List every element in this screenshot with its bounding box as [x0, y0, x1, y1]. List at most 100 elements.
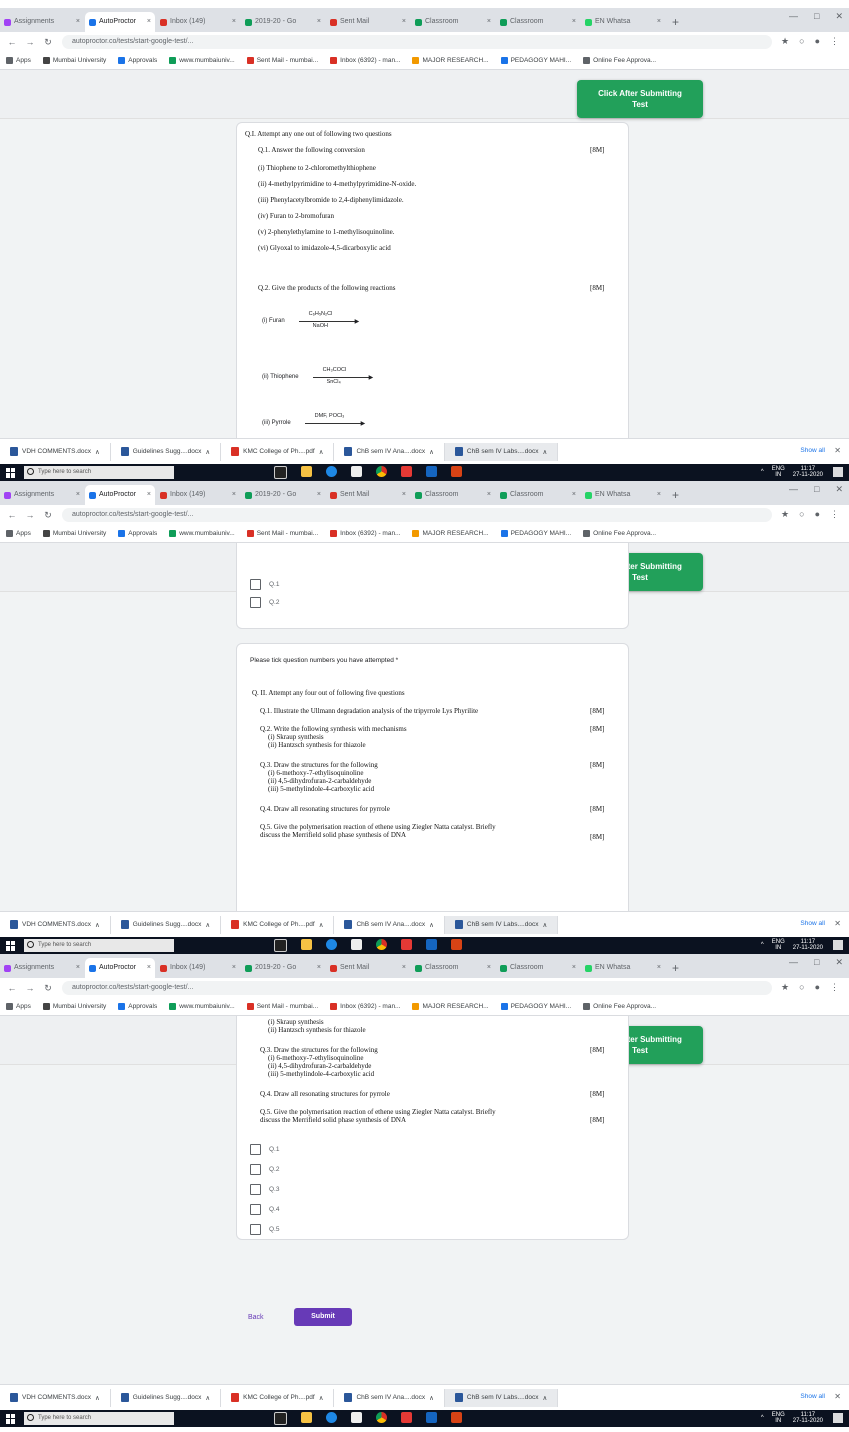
bookmark-item[interactable]: Online Fee Approva...: [583, 1003, 656, 1010]
url-field[interactable]: autoproctor.co/tests/start-google-test/.…: [62, 981, 772, 995]
windows-start-icon[interactable]: [6, 467, 16, 478]
tab-close-icon[interactable]: ×: [76, 958, 80, 978]
forward-arrow-icon[interactable]: →: [24, 510, 36, 520]
download-item[interactable]: Guidelines Sugg....docx ∧: [111, 442, 222, 461]
browser-tab[interactable]: AutoProctor ×: [85, 958, 155, 978]
bookmark-item[interactable]: Mumbai University: [42, 530, 106, 537]
bookmark-item[interactable]: www.mumbaiuniv...: [169, 530, 235, 537]
bookmark-item[interactable]: Apps: [6, 1003, 31, 1010]
downloads-close-icon[interactable]: ✕: [834, 1392, 841, 1401]
submit-button[interactable]: Submit: [294, 1308, 352, 1326]
new-tab-button[interactable]: +: [666, 485, 685, 505]
browser-tab[interactable]: Classroom ×: [411, 12, 495, 32]
extension-icon[interactable]: ○: [799, 36, 804, 47]
task-view-icon[interactable]: [274, 939, 287, 952]
bookmark-item[interactable]: Inbox (6392) - man...: [330, 57, 400, 64]
chevron-up-icon[interactable]: ∧: [205, 921, 210, 929]
bookmark-item[interactable]: Online Fee Approva...: [583, 530, 656, 537]
browser-tab[interactable]: Classroom ×: [496, 485, 580, 505]
tab-close-icon[interactable]: ×: [657, 958, 661, 978]
browser-tab[interactable]: AutoProctor ×: [85, 12, 155, 32]
outlook-icon[interactable]: [426, 466, 437, 477]
star-icon[interactable]: ★: [781, 509, 789, 520]
acrobat-icon[interactable]: [401, 939, 412, 950]
tray-up-icon[interactable]: ^: [761, 942, 764, 948]
menu-dots-icon[interactable]: ⋮: [830, 982, 839, 993]
powerpoint-icon[interactable]: [451, 939, 462, 950]
profile-avatar-icon[interactable]: ●: [815, 509, 820, 520]
chrome-icon[interactable]: [376, 1412, 387, 1423]
tab-close-icon[interactable]: ×: [232, 958, 236, 978]
browser-tab[interactable]: Classroom ×: [496, 12, 580, 32]
browser-tab[interactable]: Classroom ×: [496, 958, 580, 978]
maximize-icon[interactable]: □: [814, 957, 819, 968]
bookmark-item[interactable]: MAJOR RESEARCH...: [412, 1003, 489, 1010]
reload-icon[interactable]: ↻: [42, 510, 54, 521]
browser-tab[interactable]: AutoProctor ×: [85, 485, 155, 505]
extension-icon[interactable]: ○: [799, 982, 804, 993]
bookmark-item[interactable]: Approvals: [118, 57, 157, 64]
browser-tab[interactable]: Assignments ×: [0, 485, 84, 505]
tray-up-icon[interactable]: ^: [761, 469, 764, 475]
taskbar-search-field[interactable]: Type here to search: [24, 466, 174, 479]
checkbox-box[interactable]: [250, 579, 261, 590]
chevron-up-icon[interactable]: ∧: [429, 1394, 434, 1402]
tab-close-icon[interactable]: ×: [487, 485, 491, 505]
bookmark-item[interactable]: Approvals: [118, 530, 157, 537]
checkbox-box[interactable]: [250, 1204, 261, 1215]
bookmark-item[interactable]: Inbox (6392) - man...: [330, 530, 400, 537]
powerpoint-icon[interactable]: [451, 466, 462, 477]
tab-close-icon[interactable]: ×: [657, 485, 661, 505]
browser-tab[interactable]: Classroom ×: [411, 958, 495, 978]
click-after-submitting-button[interactable]: Click After Submitting Test: [577, 80, 703, 118]
bookmark-item[interactable]: Online Fee Approva...: [583, 57, 656, 64]
task-view-icon[interactable]: [274, 466, 287, 479]
bookmark-item[interactable]: PEDAGOGY MAHI...: [500, 530, 571, 537]
browser-tab[interactable]: Inbox (149) ×: [156, 485, 240, 505]
chevron-up-icon[interactable]: ∧: [95, 921, 100, 929]
tab-close-icon[interactable]: ×: [402, 485, 406, 505]
url-field[interactable]: autoproctor.co/tests/start-google-test/.…: [62, 35, 772, 49]
bookmark-item[interactable]: Sent Mail - mumbai...: [246, 1003, 318, 1010]
chevron-up-icon[interactable]: ∧: [205, 1394, 210, 1402]
acrobat-icon[interactable]: [401, 1412, 412, 1423]
windows-start-icon[interactable]: [6, 1413, 16, 1424]
extension-icon[interactable]: ○: [799, 509, 804, 520]
chrome-icon[interactable]: [376, 466, 387, 477]
file-explorer-icon[interactable]: [301, 466, 312, 477]
notification-icon[interactable]: [833, 940, 843, 950]
store-icon[interactable]: [351, 466, 362, 477]
reload-icon[interactable]: ↻: [42, 37, 54, 48]
bookmark-item[interactable]: Approvals: [118, 1003, 157, 1010]
download-item[interactable]: ChB sem IV Labs....docx ∧: [444, 1388, 559, 1407]
tab-close-icon[interactable]: ×: [402, 12, 406, 32]
back-arrow-icon[interactable]: ←: [6, 37, 18, 47]
tab-close-icon[interactable]: ×: [487, 12, 491, 32]
tab-close-icon[interactable]: ×: [317, 958, 321, 978]
close-icon[interactable]: ✕: [835, 484, 843, 495]
bookmark-item[interactable]: Sent Mail - mumbai...: [246, 57, 318, 64]
new-tab-button[interactable]: +: [666, 12, 685, 32]
bookmark-item[interactable]: Mumbai University: [42, 1003, 106, 1010]
notification-icon[interactable]: [833, 467, 843, 477]
tab-close-icon[interactable]: ×: [232, 12, 236, 32]
bookmark-item[interactable]: MAJOR RESEARCH...: [412, 57, 489, 64]
chevron-up-icon[interactable]: ∧: [542, 921, 547, 929]
checkbox-option[interactable]: Q.5: [250, 1224, 279, 1235]
acrobat-icon[interactable]: [401, 466, 412, 477]
outlook-icon[interactable]: [426, 939, 437, 950]
bookmark-item[interactable]: www.mumbaiuniv...: [169, 57, 235, 64]
download-item[interactable]: VDH COMMENTS.docx ∧: [0, 1388, 111, 1407]
browser-tab[interactable]: Sent Mail ×: [326, 485, 410, 505]
tab-close-icon[interactable]: ×: [572, 958, 576, 978]
close-icon[interactable]: ✕: [835, 11, 843, 22]
bookmark-item[interactable]: Mumbai University: [42, 57, 106, 64]
minimize-icon[interactable]: —: [789, 11, 798, 22]
star-icon[interactable]: ★: [781, 36, 789, 47]
chevron-up-icon[interactable]: ∧: [542, 448, 547, 456]
download-item[interactable]: KMC College of Ph....pdf ∧: [221, 1388, 335, 1407]
url-field[interactable]: autoproctor.co/tests/start-google-test/.…: [62, 508, 772, 522]
tab-close-icon[interactable]: ×: [76, 12, 80, 32]
chevron-up-icon[interactable]: ∧: [205, 448, 210, 456]
forward-arrow-icon[interactable]: →: [24, 37, 36, 47]
